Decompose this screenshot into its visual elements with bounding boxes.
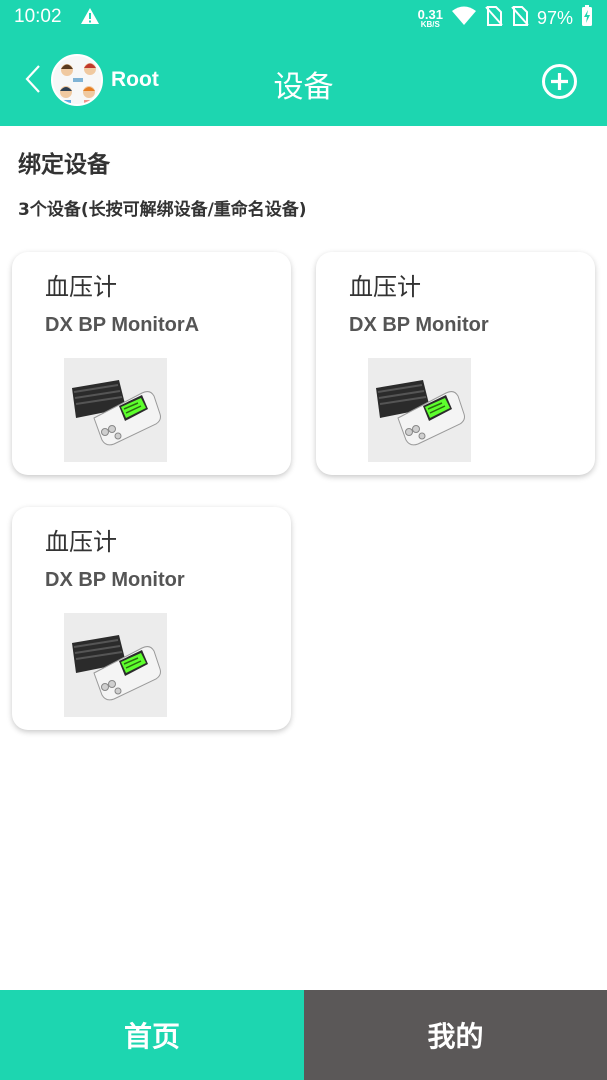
blood-pressure-monitor-image [368, 358, 471, 462]
no-sim-icon [485, 6, 503, 30]
app-header: 10:02 0.31 KB/S 97% Root 设备 [0, 0, 607, 126]
section-title: 绑定设备 [18, 152, 110, 178]
device-name: DX BP MonitorA [45, 314, 200, 336]
battery-icon [581, 5, 593, 31]
status-bar: 10:02 0.31 KB/S 97% [0, 0, 607, 36]
device-type: 血压计 [45, 273, 117, 301]
device-type: 血压计 [349, 273, 421, 301]
add-circle-icon [541, 64, 578, 104]
device-name: DX BP Monitor [45, 569, 185, 591]
page-title: 设备 [273, 70, 334, 105]
device-card[interactable]: 血压计 DX BP MonitorA [12, 252, 291, 475]
network-speed-unit: KB/S [420, 19, 440, 29]
wifi-icon [451, 6, 477, 30]
blood-pressure-monitor-image [64, 358, 167, 462]
add-device-button[interactable] [541, 63, 578, 100]
device-name: DX BP Monitor [349, 314, 489, 336]
warning-icon [80, 7, 100, 29]
tab-mine[interactable]: 我的 [304, 990, 607, 1080]
device-card[interactable]: 血压计 DX BP Monitor [12, 507, 291, 730]
device-count: 3个设备(长按可解绑设备/重命名设备) [18, 200, 307, 220]
blood-pressure-monitor-image [64, 613, 167, 717]
no-sim-icon [511, 6, 529, 30]
device-card[interactable]: 血压计 DX BP Monitor [316, 252, 595, 475]
device-type: 血压计 [45, 528, 117, 556]
network-speed: 0.31 KB/S [418, 8, 443, 29]
tab-home[interactable]: 首页 [0, 990, 304, 1080]
battery-percent: 97% [536, 7, 573, 28]
bottom-tab-bar: 首页 我的 [0, 990, 607, 1080]
network-speed-value: 0.31 [417, 6, 443, 22]
status-time: 10:02 [14, 6, 62, 27]
